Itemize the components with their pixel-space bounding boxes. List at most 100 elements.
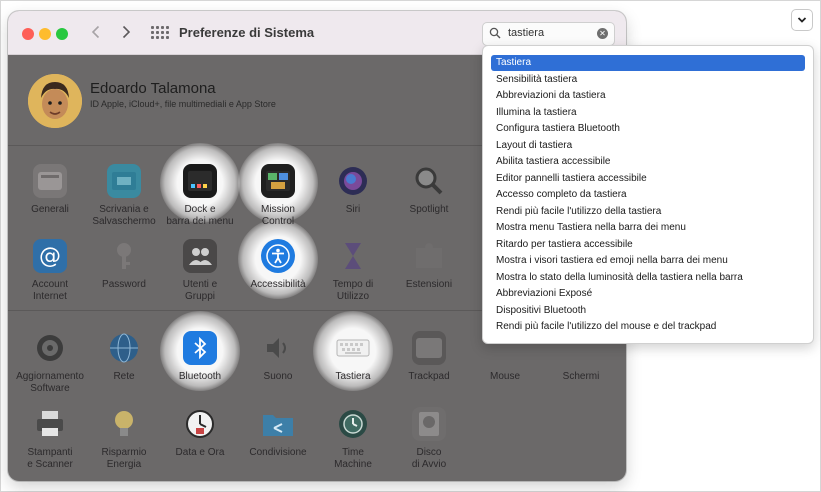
suggestion-item[interactable]: Mostra menu Tastiera nella barra dei men…: [491, 220, 805, 236]
pref-printers-scanners[interactable]: Stampanti e Scanner: [11, 407, 89, 470]
desktop-icon: [107, 164, 141, 198]
pref-dock-menu-bar[interactable]: Dock e barra dei menu: [161, 164, 239, 227]
pref-bluetooth[interactable]: Bluetooth: [161, 331, 239, 383]
suggestion-item[interactable]: Editor pannelli tastiera accessibile: [491, 171, 805, 187]
pref-date-time[interactable]: Data e Ora: [161, 407, 239, 459]
pref-label: Risparmio Energia: [101, 447, 147, 470]
pref-label: Trackpad: [408, 371, 450, 382]
pref-label: Disco di Avvio: [411, 447, 447, 470]
pref-label: Tempo di Utilizzo: [332, 279, 374, 302]
pref-label: Password: [102, 279, 146, 290]
suggestion-item[interactable]: Mostra lo stato della luminosità della t…: [491, 270, 805, 286]
pref-trackpad[interactable]: Trackpad: [390, 331, 468, 383]
pref-label: Stampanti e Scanner: [27, 447, 73, 470]
pref-sharing[interactable]: Condivisione: [239, 407, 317, 459]
pref-startup-disk[interactable]: Disco di Avvio: [390, 407, 468, 470]
pref-keyboard[interactable]: Tastiera: [314, 331, 392, 383]
lightbulb-icon: [107, 407, 141, 441]
pref-network[interactable]: Rete: [85, 331, 163, 383]
clear-search-icon[interactable]: ✕: [597, 28, 608, 39]
pref-label: Time Machine: [334, 447, 372, 470]
minimize-button[interactable]: [39, 28, 51, 40]
pref-label: Aggiornamento Software: [16, 371, 84, 394]
pref-siri[interactable]: Siri: [314, 164, 392, 216]
pref-label: Condivisione: [249, 447, 307, 458]
zoom-button[interactable]: [56, 28, 68, 40]
back-button[interactable]: [85, 21, 107, 43]
pref-software-update[interactable]: Aggiornamento Software: [11, 331, 89, 394]
pref-label: Tastiera: [335, 371, 371, 382]
siri-icon: [336, 164, 370, 198]
suggestion-item[interactable]: Accesso completo da tastiera: [491, 187, 805, 203]
pref-label: Utenti e Gruppi: [182, 279, 218, 302]
at-sign-icon: @: [33, 239, 67, 273]
pref-accessibility[interactable]: Accessibilità: [239, 239, 317, 291]
mission-control-icon: [261, 164, 295, 198]
clock-icon: [183, 407, 217, 441]
suggestion-item[interactable]: Mostra i visori tastiera ed emoji nella …: [491, 253, 805, 269]
pref-desktop-screensaver[interactable]: Scrivania e Salvaschermo: [85, 164, 163, 227]
pref-time-machine[interactable]: Time Machine: [314, 407, 392, 470]
suggestion-item[interactable]: Sensibilità tastiera: [491, 72, 805, 88]
pref-label: Accessibilità: [250, 279, 306, 290]
pref-users-groups[interactable]: Utenti e Gruppi: [161, 239, 239, 302]
pref-label: Bluetooth: [178, 371, 222, 382]
search-suggestions-menu: Tastiera Sensibilità tastiera Abbreviazi…: [482, 45, 814, 344]
time-machine-icon: [336, 407, 370, 441]
printer-icon: [33, 407, 67, 441]
users-icon: [183, 239, 217, 273]
pref-spotlight[interactable]: Spotlight: [390, 164, 468, 216]
user-name: Edoardo Talamona: [90, 80, 216, 97]
suggestion-item[interactable]: Ritardo per tastiera accessibile: [491, 237, 805, 253]
suggestion-item[interactable]: Rendi più facile l'utilizzo della tastie…: [491, 204, 805, 220]
hourglass-icon: [336, 239, 370, 273]
show-all-grid-button[interactable]: [151, 26, 169, 40]
pref-sound[interactable]: Suono: [239, 331, 317, 383]
dock-icon: [183, 164, 217, 198]
suggestion-item[interactable]: Illumina la tastiera: [491, 105, 805, 121]
pref-energy-saver[interactable]: Risparmio Energia: [85, 407, 163, 470]
globe-icon: [107, 331, 141, 365]
pref-label: Suono: [263, 371, 293, 382]
chevron-right-icon: [122, 25, 131, 39]
pref-label: Spotlight: [409, 204, 449, 215]
window-title: Preferenze di Sistema: [179, 25, 315, 40]
memoji-icon: [28, 74, 82, 128]
pref-extensions[interactable]: Estensioni: [390, 239, 468, 291]
suggestion-item-selected[interactable]: Tastiera: [491, 55, 805, 71]
pref-label: Schermi: [562, 371, 600, 382]
pref-label: Estensioni: [405, 279, 453, 290]
search-field[interactable]: tastiera ✕: [482, 22, 615, 46]
pref-general[interactable]: Generali: [11, 164, 89, 216]
chevron-down-icon: [797, 17, 807, 23]
search-icon: [489, 27, 501, 39]
pref-label: Mission Control: [261, 204, 295, 227]
disk-icon: [412, 407, 446, 441]
chevron-left-icon: [91, 25, 100, 39]
keyboard-icon: [336, 331, 370, 365]
speaker-icon: [261, 331, 295, 365]
suggestion-item[interactable]: Abbreviazioni da tastiera: [491, 88, 805, 104]
pref-label: Mouse: [489, 371, 520, 382]
general-icon: [33, 164, 67, 198]
suggestion-item[interactable]: Rendi più facile l'utilizzo del mouse e …: [491, 319, 805, 335]
close-button[interactable]: [22, 28, 34, 40]
suggestion-item[interactable]: Abbreviazioni Exposé: [491, 286, 805, 302]
avatar[interactable]: [28, 74, 82, 128]
gear-icon: [33, 331, 67, 365]
pref-mission-control[interactable]: Mission Control: [239, 164, 317, 227]
pref-label: Account Internet: [31, 279, 69, 302]
pref-screen-time[interactable]: Tempo di Utilizzo: [314, 239, 392, 302]
pref-label: Siri: [345, 204, 361, 215]
suggestion-item[interactable]: Abilita tastiera accessibile: [491, 154, 805, 170]
forward-button[interactable]: [115, 21, 137, 43]
suggestion-item[interactable]: Configura tastiera Bluetooth: [491, 121, 805, 137]
pref-internet-accounts[interactable]: @ Account Internet: [11, 239, 89, 302]
chevron-down-button[interactable]: [791, 9, 813, 31]
pref-passwords[interactable]: Password: [85, 239, 163, 291]
pref-label: Rete: [113, 371, 135, 382]
suggestion-item[interactable]: Dispositivi Bluetooth: [491, 303, 805, 319]
suggestion-item[interactable]: Layout di tastiera: [491, 138, 805, 154]
pref-label: Generali: [31, 204, 69, 215]
search-query[interactable]: tastiera: [508, 27, 544, 39]
